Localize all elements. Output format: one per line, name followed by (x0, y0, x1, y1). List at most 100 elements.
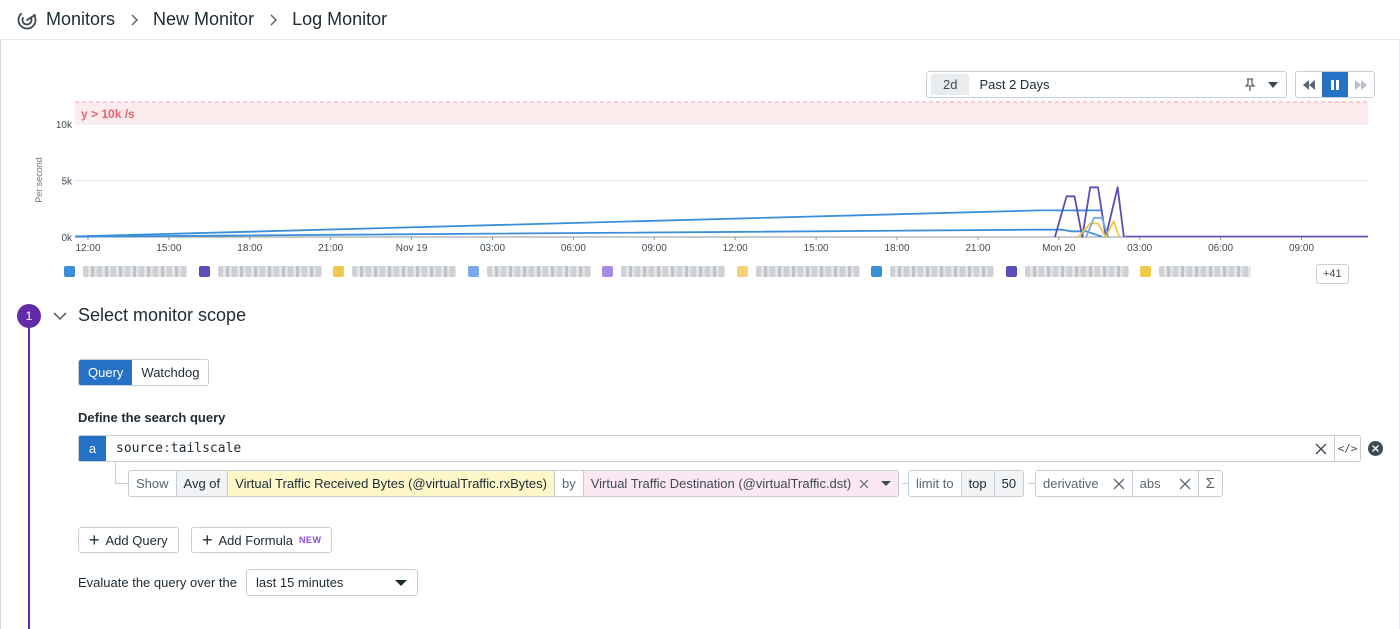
legend-more-button[interactable]: +41 (1316, 264, 1349, 284)
close-icon[interactable] (1179, 478, 1191, 490)
remove-query-button[interactable] (1368, 441, 1383, 456)
legend-swatch (467, 266, 479, 277)
chevron-down-icon[interactable] (881, 481, 892, 486)
fast-forward-button[interactable] (1348, 72, 1374, 97)
scope-tabs: Query Watchdog (78, 359, 210, 386)
query-colon: : (162, 441, 171, 456)
legend-item[interactable] (1140, 266, 1251, 277)
x-tick-label: 12:00 (723, 243, 748, 254)
show-label: Show (129, 471, 177, 496)
search-query-input[interactable]: source:tailscale (116, 441, 1308, 456)
add-formula-label: Add Formula (218, 532, 293, 548)
measure-select[interactable]: Virtual Traffic Received Bytes (@virtual… (228, 471, 555, 496)
x-tick-label: Nov 19 (396, 243, 428, 254)
x-tick-label: 09:00 (642, 243, 667, 254)
function-abs[interactable]: abs (1133, 471, 1199, 496)
legend-item[interactable] (64, 266, 187, 277)
legend-label-redacted (83, 266, 187, 277)
new-badge: NEW (298, 535, 322, 545)
tree-connector (115, 483, 128, 484)
step-title[interactable]: Select monitor scope (78, 305, 246, 326)
functions-builder: derivative abs Σ (1035, 470, 1223, 497)
function-derivative[interactable]: derivative (1036, 471, 1133, 496)
legend-swatch (64, 266, 75, 277)
legend-item[interactable] (198, 266, 322, 277)
limit-builder: limit to top 50 (908, 470, 1025, 497)
x-tick-label: 18:00 (884, 243, 909, 254)
add-query-label: Add Query (105, 532, 168, 548)
chevron-down-icon[interactable] (1268, 81, 1278, 88)
time-range-picker[interactable]: 2d Past 2 Days (926, 71, 1287, 98)
close-icon[interactable] (859, 479, 869, 489)
x-tick-label: 15:00 (804, 243, 829, 254)
evaluation-window-value: last 15 minutes (256, 575, 344, 590)
limit-to-label: limit to (909, 471, 962, 496)
x-tick-label: 06:00 (1208, 243, 1233, 254)
group-by-select[interactable]: Virtual Traffic Destination (@virtualTra… (583, 471, 899, 496)
monitor-logo-icon[interactable] (16, 9, 38, 31)
legend-label-redacted (486, 266, 591, 277)
legend-label-redacted (217, 266, 322, 277)
breadcrumb-log-monitor: Log Monitor (292, 9, 388, 29)
chevron-right-icon (129, 13, 139, 26)
legend-swatch (602, 266, 613, 277)
x-tick-label: 21:00 (318, 243, 343, 254)
by-label: by (555, 471, 584, 496)
frame-border (0, 40, 1, 629)
x-tick-label: 18:00 (237, 243, 262, 254)
add-formula-button[interactable]: + Add Formula NEW (191, 527, 333, 553)
query-letter-badge[interactable]: a (79, 436, 106, 461)
legend-item[interactable] (602, 266, 725, 277)
playback-controls (1295, 71, 1375, 98)
clear-query-button[interactable] (1308, 436, 1334, 461)
group-by-value: Virtual Traffic Destination (@virtualTra… (590, 476, 852, 491)
top-select[interactable]: top (961, 471, 995, 496)
legend-swatch (198, 266, 210, 277)
query-value: tailscale (170, 441, 242, 456)
legend-swatch (1005, 266, 1017, 277)
close-icon[interactable] (1113, 478, 1125, 490)
page-header: Monitors New Monitor Log Monitor (0, 0, 1400, 40)
legend-label-redacted (352, 266, 456, 277)
legend-swatch (871, 266, 882, 277)
x-tick-label: 09:00 (1289, 243, 1314, 254)
chevron-down-icon (395, 580, 407, 586)
threshold-band (75, 102, 1368, 124)
chevron-down-icon[interactable] (52, 308, 68, 324)
legend-item[interactable] (467, 266, 591, 277)
limit-count-input[interactable]: 50 (994, 471, 1024, 496)
add-query-button[interactable]: + Add Query (78, 527, 179, 553)
add-function-button[interactable]: Σ (1199, 471, 1222, 496)
plus-icon: + (202, 530, 213, 550)
chart-legend: +41 (64, 264, 1384, 284)
code-toggle-button[interactable]: </> (1334, 436, 1360, 461)
x-tick-label: 21:00 (965, 243, 990, 254)
pin-icon[interactable] (1242, 77, 1258, 93)
y-tick-label: 5k (61, 177, 73, 188)
legend-swatch (333, 266, 344, 277)
time-range-label: Past 2 Days (979, 77, 1050, 92)
series-line[interactable] (74, 228, 1103, 238)
tab-query[interactable]: Query (79, 360, 133, 385)
pause-button[interactable] (1322, 72, 1348, 97)
legend-swatch (736, 266, 748, 277)
close-icon (1372, 445, 1379, 452)
x-tick-label: 06:00 (561, 243, 586, 254)
y-tick-label: 10k (56, 120, 73, 131)
legend-swatch (1140, 266, 1151, 277)
legend-item[interactable] (871, 266, 994, 277)
legend-item[interactable] (1005, 266, 1129, 277)
breadcrumb-monitors[interactable]: Monitors (46, 9, 115, 30)
tree-connector (1028, 483, 1035, 484)
step-connector-line (28, 328, 30, 629)
time-range-badge: 2d (931, 74, 970, 95)
rewind-button[interactable] (1296, 72, 1322, 97)
legend-item[interactable] (736, 266, 860, 277)
evaluation-window-select[interactable]: last 15 minutes (246, 569, 418, 596)
timeseries-chart[interactable]: y > 10k /s 10k 5k 0k Per second 12:00 15:00 18:… (30, 100, 1380, 260)
aggregation-select[interactable]: Avg of (176, 471, 229, 496)
legend-item[interactable] (333, 266, 456, 277)
tab-watchdog[interactable]: Watchdog (132, 360, 209, 385)
breadcrumb-new-monitor[interactable]: New Monitor (153, 9, 254, 30)
pause-icon (1331, 79, 1339, 90)
